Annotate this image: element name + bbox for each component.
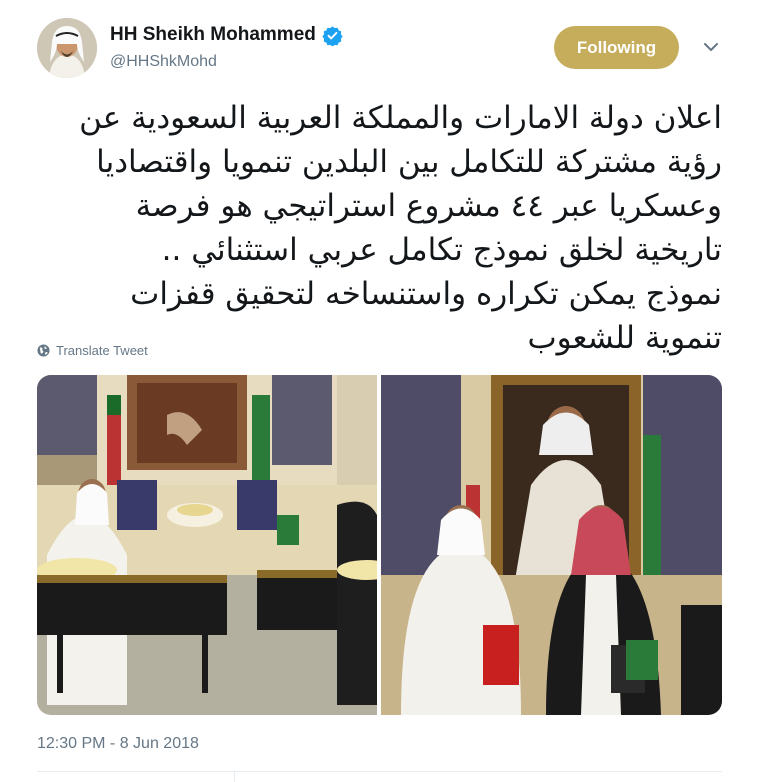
tweet-text-line: اعلان دولة الامارات والمملكة العربية الس… <box>79 100 722 136</box>
media-photo-left[interactable] <box>37 375 378 715</box>
leaders-portrait-photo <box>381 375 722 715</box>
divider <box>37 771 722 772</box>
signing-ceremony-photo <box>37 375 378 715</box>
tweet-timestamp[interactable]: 12:30 PM - 8 Jun 2018 <box>37 735 199 753</box>
tweet-text-line: رؤية مشتركة للتكامل بين البلدين تنمويا و… <box>96 144 722 180</box>
translate-tweet-link[interactable]: Translate Tweet <box>37 343 148 358</box>
avatar[interactable] <box>37 18 97 78</box>
author-name-row[interactable]: HH Sheikh Mohammed <box>110 24 343 46</box>
tweet-text-line: وعسكريا عبر ٤٤ مشروع استراتيجي هو فرصة <box>135 188 722 224</box>
following-button[interactable]: Following <box>554 26 679 69</box>
divider-tick <box>234 771 235 782</box>
translate-label[interactable]: Translate Tweet <box>56 343 148 358</box>
tweet-media <box>37 375 722 715</box>
chevron-down-icon[interactable] <box>700 36 722 58</box>
avatar-image <box>37 18 97 78</box>
tweet-text-line: نموذج يمكن تكراره واستنساخه لتحقيق قفزات <box>130 276 722 312</box>
user-handle[interactable]: @HHShkMohd <box>110 53 217 71</box>
globe-icon <box>37 344 50 357</box>
media-photo-right[interactable] <box>381 375 722 715</box>
display-name[interactable]: HH Sheikh Mohammed <box>110 24 316 46</box>
verified-badge-icon <box>322 25 343 46</box>
tweet-text-line: تاريخية لخلق نموذج تكامل عربي استثنائي .… <box>161 232 722 268</box>
tweet-text: اعلان دولة الامارات والمملكة العربية الس… <box>30 96 722 360</box>
